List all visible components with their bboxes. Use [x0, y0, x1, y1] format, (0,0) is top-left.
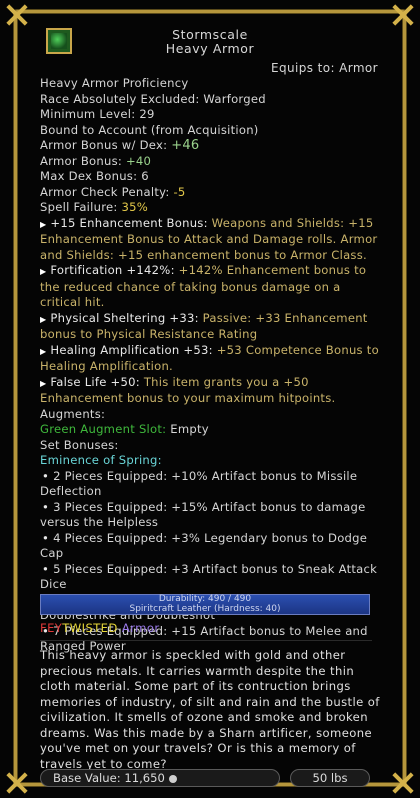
requirement: Bound to Account (from Acquisition)	[40, 122, 259, 137]
equips-to: Equips to: Armor	[270, 61, 378, 75]
set-piece-bonus: • 5 Pieces Equipped: +3 Artifact bonus to…	[40, 561, 378, 592]
expand-triangle-icon: ▶	[40, 378, 47, 388]
material-hardness: Spiritcraft Leather (Hardness: 40)	[129, 603, 281, 614]
frame-corner-ornament	[4, 770, 30, 796]
requirement: Heavy Armor Proficiency	[40, 76, 189, 90]
effect-entry[interactable]: ▶ Physical Sheltering +33: Passive: +33 E…	[40, 311, 380, 343]
item-name: Stormscale	[172, 27, 248, 42]
requirement: Minimum Level: 29	[40, 107, 155, 121]
augment-slot[interactable]: Green Augment Slot: Empty	[40, 422, 380, 438]
item-type: Heavy Armor	[165, 41, 255, 56]
armor-bonus-dex: Armor Bonus w/ Dex: +46	[40, 138, 200, 153]
feytwisted-tag: FEYTWISTED Armor	[40, 621, 160, 635]
effect-entry[interactable]: ▶ False Life +50: This item grants you a …	[40, 375, 380, 407]
effect-entry[interactable]: ▶ +15 Enhancement Bonus: Weapons and Shie…	[40, 216, 380, 264]
item-tooltip: Stormscale Heavy Armor Equips to: Armor …	[0, 0, 420, 798]
bullet-icon: •	[42, 499, 50, 514]
effect-entry[interactable]: ▶ Healing Amplification +53: +53 Competen…	[40, 343, 380, 375]
item-details: Heavy Armor Proficiency Race Absolutely …	[40, 76, 380, 655]
divider	[40, 640, 372, 641]
durability-bar: Durability: 490 / 490 Spiritcraft Leathe…	[40, 594, 370, 615]
item-description: This heavy armor is speckled with gold a…	[40, 648, 380, 771]
spell-failure: Spell Failure: 35%	[40, 200, 148, 214]
max-dex-bonus: Max Dex Bonus: 6	[40, 169, 149, 183]
set-piece-bonus: • 2 Pieces Equipped: +10% Artifact bonus …	[40, 468, 358, 499]
armor-bonus: Armor Bonus: +40	[40, 153, 152, 168]
set-piece-bonus: • 3 Pieces Equipped: +15% Artifact bonus …	[40, 499, 366, 530]
scale-armor-icon	[46, 28, 72, 54]
base-value: Base Value: 11,650	[40, 769, 280, 787]
bullet-icon: •	[42, 561, 50, 576]
frame-corner-ornament	[390, 2, 416, 28]
armor-check-penalty: Armor Check Penalty: -5	[40, 184, 186, 199]
expand-triangle-icon: ▶	[40, 346, 47, 356]
set-name: Eminence of Spring:	[40, 453, 162, 467]
requirement: Race Absolutely Excluded: Warforged	[40, 91, 266, 106]
effect-entry[interactable]: ▶ Fortification +142%: +142% Enhancement …	[40, 263, 380, 311]
expand-triangle-icon: ▶	[40, 219, 47, 229]
set-piece-bonus: • 4 Pieces Equipped: +3% Legendary bonus …	[40, 530, 368, 561]
augments-label: Augments:	[40, 406, 106, 421]
bullet-icon: •	[42, 530, 50, 545]
item-weight: 50 lbs	[290, 769, 370, 787]
expand-triangle-icon: ▶	[40, 267, 47, 276]
frame-corner-ornament	[4, 2, 30, 28]
expand-triangle-icon: ▶	[40, 314, 47, 324]
bullet-icon: •	[42, 468, 50, 483]
set-bonuses-label: Set Bonuses:	[40, 437, 119, 452]
frame-corner-ornament	[390, 770, 416, 796]
coin-icon	[168, 774, 177, 783]
